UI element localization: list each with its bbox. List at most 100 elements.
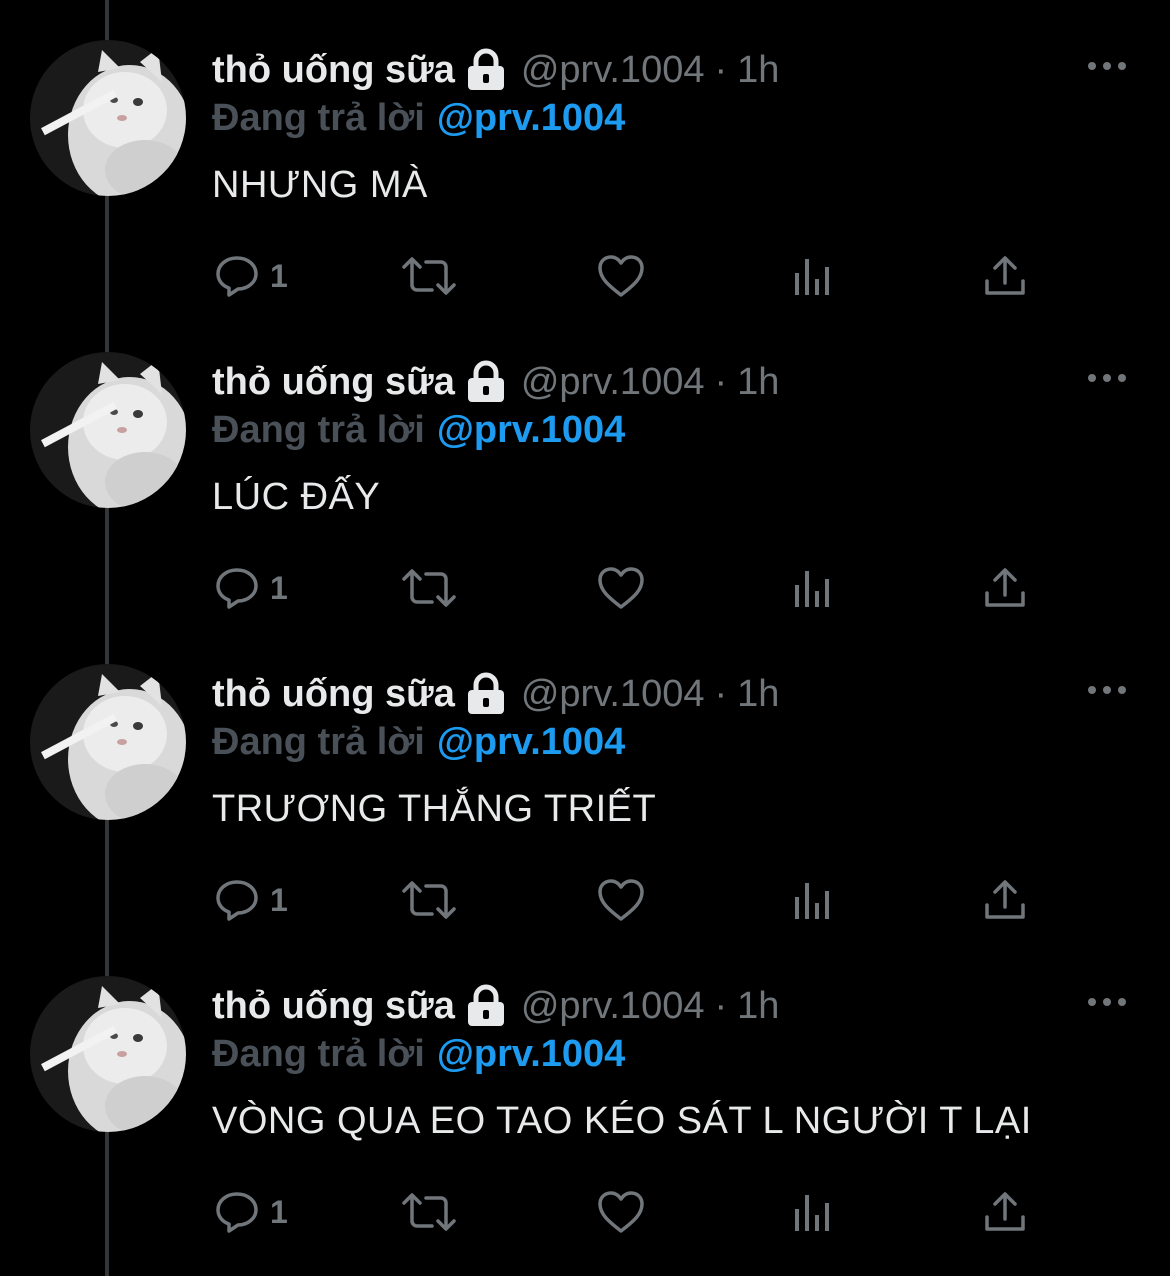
separator-dot: · xyxy=(714,672,728,715)
retweet-button[interactable] xyxy=(400,562,458,614)
reply-icon xyxy=(216,568,258,609)
replying-to-label: Đang trả lời xyxy=(212,720,425,763)
tweet-text: NHƯNG MÀ xyxy=(212,164,428,206)
timestamp[interactable]: 1h xyxy=(737,673,779,716)
like-button[interactable] xyxy=(596,562,646,614)
views-icon xyxy=(795,571,829,607)
replying-to-handle[interactable]: @prv.1004 xyxy=(437,1033,625,1076)
reply-count: 1 xyxy=(270,257,288,294)
retweet-icon xyxy=(402,569,456,607)
tweet-header: thỏ uống sữa @prv.1004 · 1h xyxy=(212,980,779,1032)
reply-count: 1 xyxy=(270,881,288,918)
action-bar: 1 xyxy=(0,562,1170,614)
replying-to: Đang trả lời @prv.1004 xyxy=(212,406,625,454)
display-name[interactable]: thỏ uống sữa xyxy=(212,985,455,1028)
more-icon[interactable] xyxy=(1086,680,1128,700)
separator-dot: · xyxy=(714,360,728,403)
avatar[interactable] xyxy=(30,352,186,508)
tweet-text: VÒNG QUA EO TAO KÉO SÁT L NGƯỜI T LẠI xyxy=(212,1100,1032,1142)
like-icon xyxy=(598,879,644,921)
tweet[interactable]: thỏ uống sữa @prv.1004 · 1h Đang trả lời… xyxy=(0,0,1170,312)
views-icon xyxy=(795,1195,829,1231)
tweet[interactable]: thỏ uống sữa @prv.1004 · 1h Đang trả lời… xyxy=(0,936,1170,1248)
views-icon xyxy=(795,259,829,295)
tweet-header: thỏ uống sữa @prv.1004 · 1h xyxy=(212,356,779,408)
timestamp[interactable]: 1h xyxy=(737,49,779,92)
reply-icon xyxy=(216,880,258,921)
display-name[interactable]: thỏ uống sữa xyxy=(212,49,455,92)
like-icon xyxy=(598,567,644,609)
reply-button[interactable]: 1 xyxy=(214,1186,288,1238)
share-button[interactable] xyxy=(982,874,1028,926)
action-bar: 1 xyxy=(0,874,1170,926)
user-handle[interactable]: @prv.1004 xyxy=(521,49,705,92)
replying-to-label: Đang trả lời xyxy=(212,1032,425,1075)
like-button[interactable] xyxy=(596,250,646,302)
reply-count: 1 xyxy=(270,569,288,606)
replying-to: Đang trả lời @prv.1004 xyxy=(212,1030,625,1078)
share-button[interactable] xyxy=(982,562,1028,614)
retweet-icon xyxy=(402,881,456,919)
lock-icon xyxy=(465,48,507,92)
display-name[interactable]: thỏ uống sữa xyxy=(212,361,455,404)
user-handle[interactable]: @prv.1004 xyxy=(521,361,705,404)
replying-to: Đang trả lời @prv.1004 xyxy=(212,718,625,766)
like-icon xyxy=(598,255,644,297)
reply-button[interactable]: 1 xyxy=(214,250,288,302)
tweet-header: thỏ uống sữa @prv.1004 · 1h xyxy=(212,44,779,96)
avatar[interactable] xyxy=(30,40,186,196)
views-button[interactable] xyxy=(792,250,834,302)
share-icon xyxy=(985,880,1025,919)
share-icon xyxy=(985,256,1025,295)
like-button[interactable] xyxy=(596,874,646,926)
separator-dot: · xyxy=(714,48,728,91)
retweet-icon xyxy=(402,257,456,295)
lock-icon xyxy=(465,984,507,1028)
timestamp[interactable]: 1h xyxy=(737,361,779,404)
reply-button[interactable]: 1 xyxy=(214,874,288,926)
views-button[interactable] xyxy=(792,1186,834,1238)
action-bar: 1 xyxy=(0,250,1170,302)
retweet-button[interactable] xyxy=(400,250,458,302)
retweet-icon xyxy=(402,1193,456,1231)
display-name[interactable]: thỏ uống sữa xyxy=(212,673,455,716)
share-icon xyxy=(985,1192,1025,1231)
replying-to: Đang trả lời @prv.1004 xyxy=(212,94,625,142)
more-icon[interactable] xyxy=(1086,368,1128,388)
more-icon[interactable] xyxy=(1086,56,1128,76)
retweet-button[interactable] xyxy=(400,874,458,926)
user-handle[interactable]: @prv.1004 xyxy=(521,673,705,716)
lock-icon xyxy=(465,672,507,716)
like-icon xyxy=(598,1191,644,1233)
reply-icon xyxy=(216,1192,258,1233)
replying-to-handle[interactable]: @prv.1004 xyxy=(437,409,625,452)
retweet-button[interactable] xyxy=(400,1186,458,1238)
tweet-header: thỏ uống sữa @prv.1004 · 1h xyxy=(212,668,779,720)
views-icon xyxy=(795,883,829,919)
reply-count: 1 xyxy=(270,1193,288,1230)
views-button[interactable] xyxy=(792,562,834,614)
share-button[interactable] xyxy=(982,250,1028,302)
replying-to-handle[interactable]: @prv.1004 xyxy=(437,97,625,140)
replying-to-label: Đang trả lời xyxy=(212,408,425,451)
views-button[interactable] xyxy=(792,874,834,926)
share-button[interactable] xyxy=(982,1186,1028,1238)
tweet-text: TRƯƠNG THẮNG TRIẾT xyxy=(212,788,657,830)
user-handle[interactable]: @prv.1004 xyxy=(521,985,705,1028)
reply-button[interactable]: 1 xyxy=(214,562,288,614)
like-button[interactable] xyxy=(596,1186,646,1238)
tweet[interactable]: thỏ uống sữa @prv.1004 · 1h Đang trả lời… xyxy=(0,312,1170,624)
avatar[interactable] xyxy=(30,664,186,820)
replying-to-handle[interactable]: @prv.1004 xyxy=(437,721,625,764)
share-icon xyxy=(985,568,1025,607)
replying-to-label: Đang trả lời xyxy=(212,96,425,139)
timestamp[interactable]: 1h xyxy=(737,985,779,1028)
avatar[interactable] xyxy=(30,976,186,1132)
more-icon[interactable] xyxy=(1086,992,1128,1012)
tweet[interactable]: thỏ uống sữa @prv.1004 · 1h Đang trả lời… xyxy=(0,624,1170,936)
reply-icon xyxy=(216,256,258,297)
tweet-text: LÚC ĐẤY xyxy=(212,476,381,518)
separator-dot: · xyxy=(714,984,728,1027)
action-bar: 1 xyxy=(0,1186,1170,1238)
lock-icon xyxy=(465,360,507,404)
